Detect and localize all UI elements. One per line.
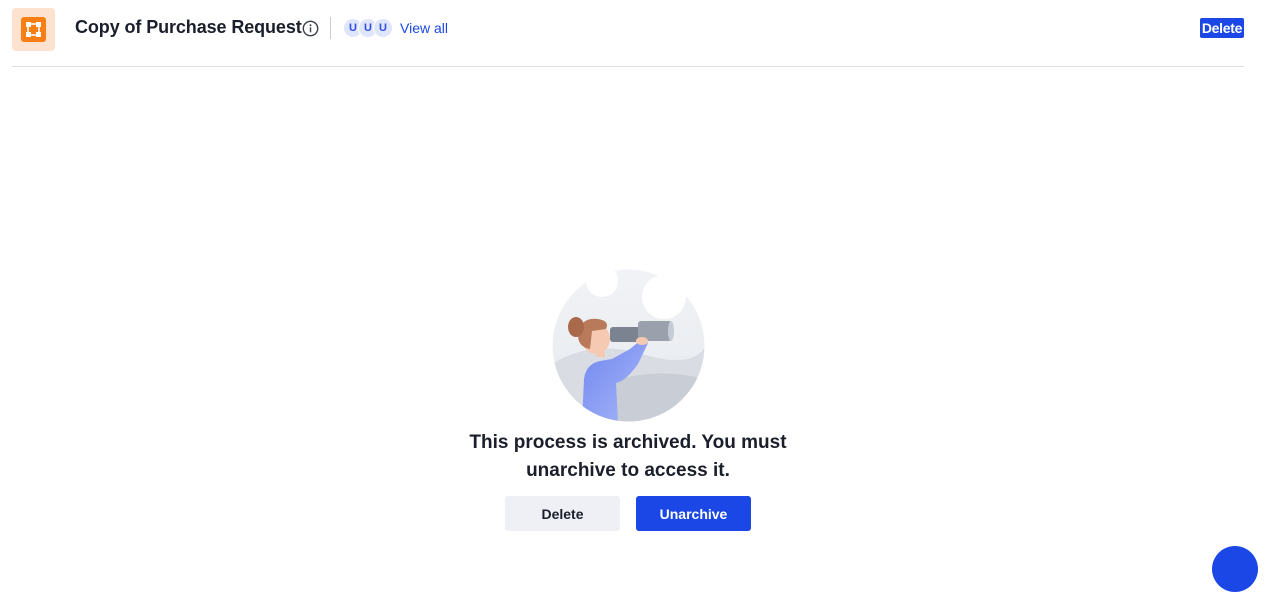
archived-message: This process is archived. You must unarc… — [428, 429, 828, 485]
page-title: Copy of Purchase Request — [75, 17, 302, 37]
process-icon — [12, 8, 55, 51]
chat-icon[interactable] — [1212, 546, 1258, 592]
info-icon[interactable] — [302, 20, 319, 37]
archived-message-line: This process is archived. You must — [469, 432, 787, 453]
unarchive-button[interactable]: Unarchive — [636, 496, 751, 531]
archived-message-line: unarchive to access it. — [526, 460, 730, 481]
page-header: Copy of Purchase Request U U U View all … — [12, 0, 1244, 67]
view-all-link[interactable]: View all — [400, 20, 448, 36]
delete-button[interactable]: Delete — [505, 496, 620, 531]
header-delete-button[interactable]: Delete — [1200, 18, 1244, 38]
binoculars-illustration — [552, 269, 705, 422]
avatar[interactable]: U — [373, 18, 393, 38]
header-divider — [330, 17, 331, 39]
avatar-group[interactable]: U U U — [343, 18, 393, 38]
